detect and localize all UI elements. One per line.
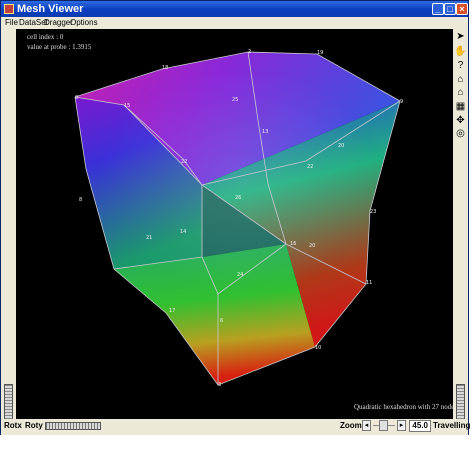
mesh-viewer-window: Mesh Viewer _ □ × File DataSet Dragger O… bbox=[0, 0, 471, 435]
rotation-thumbwheel[interactable] bbox=[45, 422, 101, 430]
zoom-increase-button[interactable]: ▸ bbox=[397, 420, 406, 431]
mesh-highlight bbox=[101, 69, 381, 289]
node-label: 20 bbox=[309, 243, 315, 249]
node-label: 22 bbox=[181, 159, 187, 165]
hand-view-icon[interactable]: ✋ bbox=[454, 46, 467, 58]
app-icon bbox=[4, 4, 14, 14]
node-label: 22 bbox=[307, 164, 313, 170]
3d-viewport[interactable]: 0 18 2 19 9 25 13 15 22 22 20 26 8 21 14 23 20 16 24 11 17 6 1… bbox=[16, 29, 453, 419]
window-title: Mesh Viewer bbox=[17, 3, 84, 15]
menu-file[interactable]: File bbox=[5, 17, 18, 29]
set-home-icon[interactable]: ⌂ bbox=[454, 87, 467, 99]
node-label: 10 bbox=[315, 345, 321, 351]
node-label: 3 bbox=[218, 382, 221, 388]
node-label: 11 bbox=[366, 280, 372, 286]
rotx-label: Rotx bbox=[4, 421, 22, 430]
node-label: 0 bbox=[75, 95, 78, 101]
minimize-button[interactable]: _ bbox=[432, 3, 444, 15]
maximize-button[interactable]: □ bbox=[444, 3, 456, 15]
probe-value-label: value at probe : 1.3915 bbox=[27, 43, 92, 51]
mesh-caption: Quadratic hexahedron with 27 nodes bbox=[354, 403, 453, 411]
node-label: 15 bbox=[124, 103, 130, 109]
zoom-slider-thumb[interactable] bbox=[379, 420, 388, 431]
travelling-label: Travelling bbox=[433, 421, 471, 430]
node-label: 20 bbox=[338, 143, 344, 149]
node-label: 16 bbox=[290, 241, 296, 247]
zoom-decrease-button[interactable]: ◂ bbox=[362, 420, 371, 431]
node-label: 2 bbox=[248, 49, 251, 55]
node-label: 24 bbox=[237, 272, 243, 278]
node-label: 21 bbox=[146, 235, 152, 241]
zoom-value-field[interactable]: 45.0 bbox=[409, 420, 431, 432]
close-button[interactable]: × bbox=[456, 3, 468, 15]
node-label: 18 bbox=[162, 65, 168, 71]
node-label: 13 bbox=[262, 129, 268, 135]
cell-index-label: cell index : 0 bbox=[27, 33, 64, 41]
mesh-render: 0 18 2 19 9 25 13 15 22 22 20 26 8 21 14 23 20 16 24 11 17 6 1… bbox=[74, 49, 403, 388]
projection-icon[interactable]: ◎ bbox=[454, 128, 467, 140]
zoom-label: Zoom bbox=[340, 421, 362, 430]
node-label: 14 bbox=[180, 229, 186, 235]
menu-options[interactable]: Options bbox=[70, 17, 98, 29]
node-label: 17 bbox=[169, 308, 175, 314]
seek-icon[interactable]: ✥ bbox=[454, 115, 467, 127]
pointer-arrow-icon[interactable]: ➤ bbox=[454, 31, 467, 43]
node-label: 23 bbox=[370, 209, 376, 215]
menu-dragger[interactable]: Dragger bbox=[44, 17, 73, 29]
node-label: 26 bbox=[235, 195, 241, 201]
vertical-thumbwheel-right[interactable] bbox=[456, 384, 465, 424]
home-icon[interactable]: ⌂ bbox=[454, 74, 467, 86]
title-bar[interactable]: Mesh Viewer _ □ × bbox=[1, 1, 468, 17]
roty-label: Roty bbox=[25, 421, 43, 430]
view-all-icon[interactable]: ▦ bbox=[454, 101, 467, 113]
right-toolbar: ➤ ✋ ? ⌂ ⌂ ▦ ✥ ◎ bbox=[453, 29, 468, 424]
node-label: 19 bbox=[317, 50, 323, 56]
left-panel bbox=[1, 29, 16, 424]
menu-bar: File DataSet Dragger Options bbox=[1, 17, 468, 29]
node-label: 8 bbox=[79, 197, 82, 203]
node-label: 6 bbox=[220, 318, 223, 324]
node-label: 25 bbox=[232, 97, 238, 103]
vertical-thumbwheel-left[interactable] bbox=[4, 384, 13, 424]
help-question-icon[interactable]: ? bbox=[454, 60, 467, 72]
node-label: 9 bbox=[400, 99, 403, 105]
bottom-bar: Rotx Roty Zoom ◂ ▸ 45.0 Travelling bbox=[1, 419, 471, 435]
